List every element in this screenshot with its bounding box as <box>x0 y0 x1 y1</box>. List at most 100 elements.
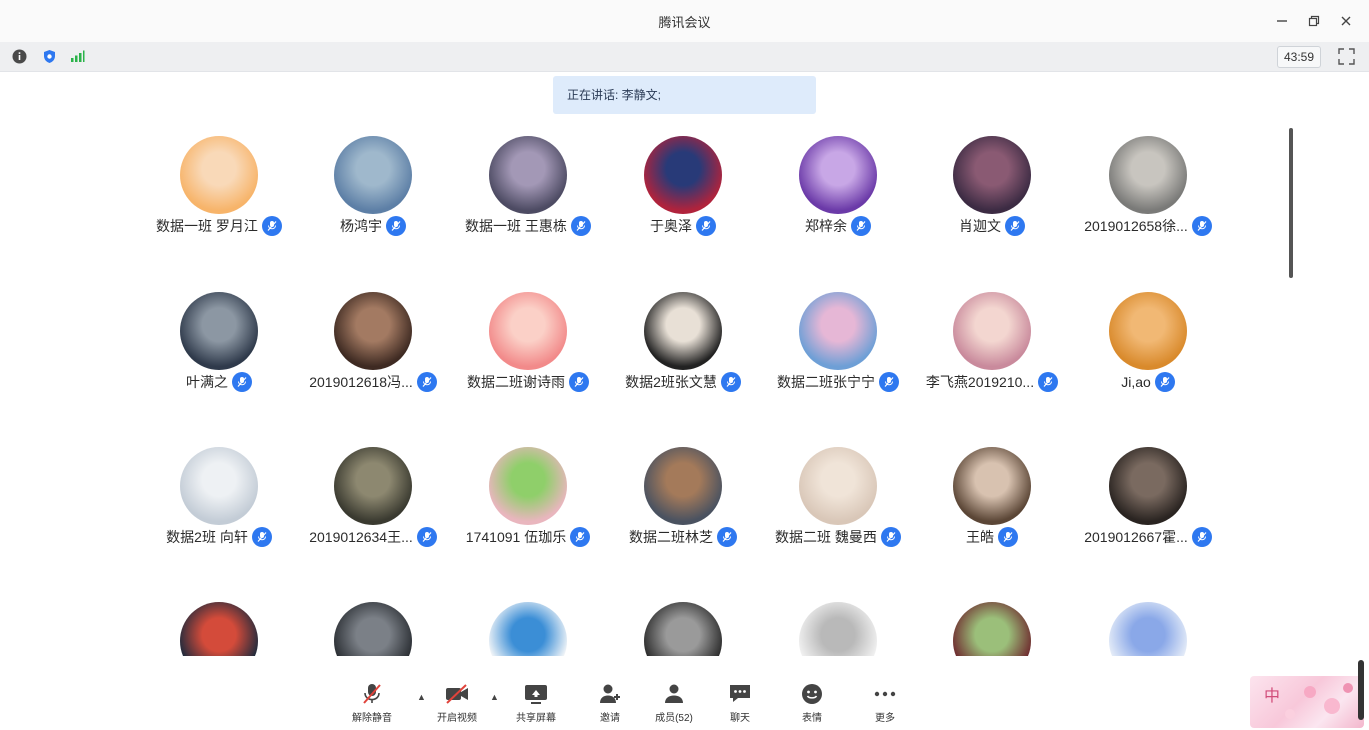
members-icon <box>665 684 683 703</box>
mic-muted-icon <box>261 216 282 236</box>
chat-button[interactable]: 聊天 <box>710 682 770 728</box>
participant-name-line: 1741091 伍珈乐 <box>451 527 605 547</box>
security-shield-icon[interactable] <box>42 49 57 64</box>
participant-name: 王皓 <box>966 529 994 545</box>
mic-muted-icon <box>232 372 252 392</box>
mic-muted-icon <box>1154 372 1175 392</box>
fullscreen-icon[interactable] <box>1338 48 1355 65</box>
participant-avatar <box>644 136 722 214</box>
right-edge-handle[interactable] <box>1358 660 1364 720</box>
participant-name: Ji,ao <box>1121 374 1151 390</box>
video-options-chevron-icon[interactable]: ▲ <box>490 692 499 702</box>
invite-label: 邀请 <box>600 713 620 724</box>
close-button[interactable] <box>1333 8 1359 34</box>
reaction-button[interactable]: 表情 <box>782 682 842 728</box>
mic-muted-icon <box>416 372 437 392</box>
participant-tile[interactable]: 1741091 伍珈乐 <box>451 447 605 551</box>
participant-tile[interactable]: 2019012634王... <box>296 447 450 551</box>
floating-sticker-widget[interactable]: 中 <box>1250 676 1364 728</box>
reaction-label: 表情 <box>802 713 822 724</box>
participant-avatar <box>644 447 722 525</box>
participant-tile[interactable] <box>761 602 915 680</box>
participant-tile[interactable]: 数据二班林芝 <box>606 447 760 551</box>
mic-muted-icon <box>720 372 741 392</box>
participant-avatar <box>1109 136 1187 214</box>
mic-muted-icon <box>998 527 1018 547</box>
participant-tile[interactable]: 数据一班 王惠栋 <box>451 136 605 240</box>
minimize-button[interactable] <box>1269 8 1295 34</box>
participant-tile[interactable] <box>142 602 296 680</box>
participant-tile[interactable]: 数据一班 罗月江 <box>142 136 296 240</box>
participant-tile[interactable]: 数据2班张文慧 <box>606 292 760 396</box>
share-screen-icon <box>525 685 547 704</box>
status-bar: 43:59 <box>0 42 1369 72</box>
unmute-button[interactable]: 解除静音 <box>342 682 402 728</box>
participant-tile[interactable]: Ji,ao <box>1071 292 1225 396</box>
participant-tile[interactable] <box>915 602 1069 680</box>
mic-muted-icon <box>386 216 406 236</box>
participant-name-line: 数据一班 王惠栋 <box>451 216 605 236</box>
participant-avatar <box>489 136 567 214</box>
participant-tile[interactable]: 肖迦文 <box>915 136 1069 240</box>
participant-name: 肖迦文 <box>959 218 1001 234</box>
participant-avatar <box>799 447 877 525</box>
participant-avatar <box>180 292 258 370</box>
restore-button[interactable] <box>1301 8 1327 34</box>
participant-name-line: 数据二班张宁宁 <box>761 372 915 392</box>
chat-label: 聊天 <box>730 713 750 724</box>
participant-name: 郑梓余 <box>805 218 847 234</box>
participant-name: 数据一班 罗月江 <box>156 218 258 234</box>
participant-tile[interactable]: 数据二班张宁宁 <box>761 292 915 396</box>
participant-tile[interactable]: 郑梓余 <box>761 136 915 240</box>
participant-avatar <box>334 447 412 525</box>
members-button[interactable]: 成员(52) <box>644 682 704 728</box>
participant-tile[interactable]: 杨鸿宇 <box>296 136 450 240</box>
participant-name: 杨鸿宇 <box>340 218 382 234</box>
participant-tile[interactable]: 2019012667霍... <box>1071 447 1225 551</box>
participant-name-line: 数据2班张文慧 <box>606 372 760 392</box>
window-controls <box>1269 8 1359 34</box>
participant-tile[interactable]: 数据二班 魏曼西 <box>761 447 915 551</box>
participant-tile[interactable] <box>451 602 605 680</box>
participant-name: 数据2班 向轩 <box>166 529 248 545</box>
meeting-toolbar: 解除静音 ▲ 开启视频 ▲ 共享屏幕 邀请 成员(52) 聊天 表情 更多 <box>0 672 1369 730</box>
participant-tile[interactable]: 2019012618冯... <box>296 292 450 396</box>
participant-tile[interactable]: 于奥泽 <box>606 136 760 240</box>
mic-muted-icon <box>416 527 437 547</box>
participant-name: 数据二班张宁宁 <box>777 374 875 390</box>
audio-options-chevron-icon[interactable]: ▲ <box>417 692 426 702</box>
participant-name-line: 数据二班谢诗雨 <box>451 372 605 392</box>
participant-name-line: 2019012618冯... <box>296 372 450 392</box>
share-screen-button[interactable]: 共享屏幕 <box>506 682 566 728</box>
participant-name-line: 数据二班 魏曼西 <box>761 527 915 547</box>
participant-tile[interactable]: 李飞燕2019210... <box>915 292 1069 396</box>
participant-tile[interactable] <box>606 602 760 680</box>
title-bar: 腾讯会议 <box>0 0 1369 42</box>
participant-name: 1741091 伍珈乐 <box>465 529 567 545</box>
participant-name-line: 数据一班 罗月江 <box>142 216 296 236</box>
participant-name-line: 2019012667霍... <box>1071 527 1225 547</box>
participant-tile[interactable]: 数据二班谢诗雨 <box>451 292 605 396</box>
participant-tile[interactable]: 2019012658徐... <box>1071 136 1225 240</box>
chat-bubble-icon <box>730 685 750 702</box>
participant-tile[interactable]: 数据2班 向轩 <box>142 447 296 551</box>
meeting-timer: 43:59 <box>1276 46 1321 68</box>
participant-avatar <box>1109 447 1187 525</box>
participant-tile[interactable] <box>296 602 450 680</box>
more-button[interactable]: 更多 <box>855 682 915 728</box>
invite-button[interactable]: 邀请 <box>580 682 640 728</box>
participant-name-line: Ji,ao <box>1071 372 1225 392</box>
grid-scrollbar[interactable] <box>1289 128 1293 278</box>
info-icon[interactable] <box>12 49 27 64</box>
signal-icon[interactable] <box>70 49 85 64</box>
blossom-decoration-icon <box>1285 683 1353 719</box>
start-video-button[interactable]: 开启视频 <box>427 682 487 728</box>
participant-avatar <box>180 447 258 525</box>
window-title: 腾讯会议 <box>658 14 711 30</box>
participant-avatar <box>489 292 567 370</box>
participant-tile[interactable] <box>1071 602 1225 680</box>
invite-user-icon <box>600 684 620 703</box>
participant-avatar <box>334 292 412 370</box>
participant-tile[interactable]: 王皓 <box>915 447 1069 551</box>
participant-tile[interactable]: 叶满之 <box>142 292 296 396</box>
